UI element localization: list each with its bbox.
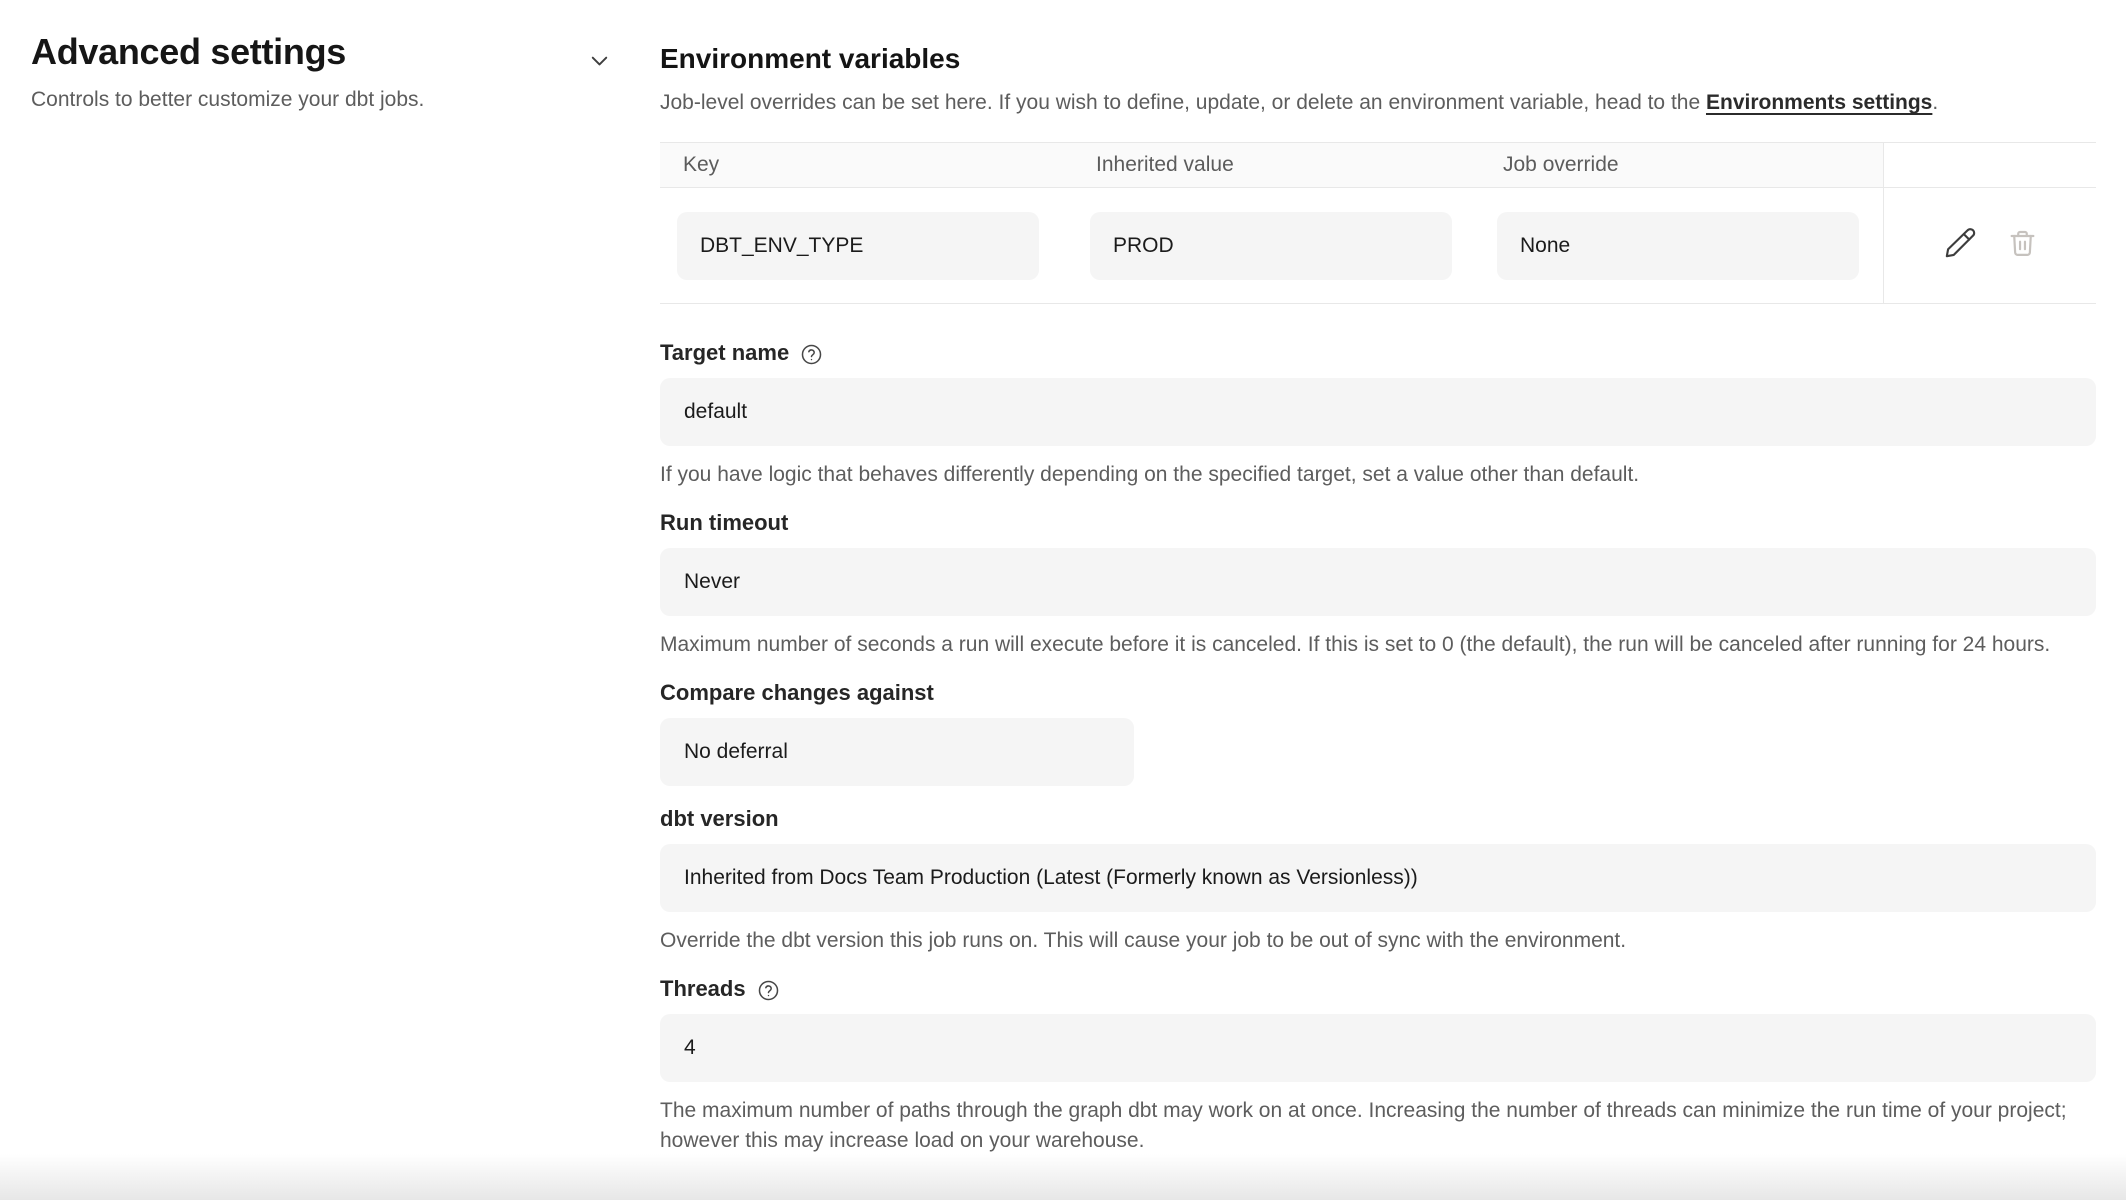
dbt-version-helper: Override the dbt version this job runs o… [660,926,2096,956]
compare-changes-section: Compare changes against No deferral [660,678,2096,786]
job-override-cell: None [1480,188,1883,303]
advanced-settings-content: Environment variables Job-level override… [660,42,2096,1156]
run-timeout-label-row: Run timeout [660,508,2096,538]
delete-button[interactable] [2007,228,2038,264]
settings-sidebar: Advanced settings Controls to better cus… [31,30,571,114]
target-name-label-row: Target name [660,338,2096,368]
target-name-section: Target name default If you have logic th… [660,338,2096,490]
help-icon[interactable] [757,979,780,1002]
trash-icon [2007,228,2038,264]
compare-changes-select[interactable]: No deferral [660,718,1134,786]
column-header-inherited-value: Inherited value [1073,143,1480,187]
compare-changes-label: Compare changes against [660,680,934,706]
threads-label: Threads [660,976,746,1002]
page-title: Advanced settings [31,30,571,74]
compare-changes-label-row: Compare changes against [660,678,2096,708]
run-timeout-label: Run timeout [660,510,788,536]
target-name-helper: If you have logic that behaves different… [660,460,2096,490]
chevron-down-icon [586,47,613,79]
dbt-version-label-row: dbt version [660,804,2096,834]
threads-label-row: Threads [660,974,2096,1004]
help-icon[interactable] [800,343,823,366]
threads-section: Threads 4 The maximum number of paths th… [660,974,2096,1156]
threads-input[interactable]: 4 [660,1014,2096,1082]
collapse-section-button[interactable] [584,48,614,78]
target-name-input[interactable]: default [660,378,2096,446]
env-vars-heading: Environment variables [660,42,2096,76]
pencil-icon [1943,226,1977,265]
bottom-scroll-fade [0,1154,2126,1200]
environments-settings-link[interactable]: Environments settings [1706,91,1932,114]
dbt-version-label: dbt version [660,806,779,832]
column-header-job-override: Job override [1480,143,1883,187]
dbt-version-section: dbt version Inherited from Docs Team Pro… [660,804,2096,956]
run-timeout-section: Run timeout Never Maximum number of seco… [660,508,2096,660]
target-name-label: Target name [660,340,789,366]
key-cell: DBT_ENV_TYPE [660,188,1073,303]
threads-helper: The maximum number of paths through the … [660,1096,2096,1156]
run-timeout-helper: Maximum number of seconds a run will exe… [660,630,2096,660]
table-header-row: Key Inherited value Job override [660,143,2096,188]
env-var-inherited-value: PROD [1090,212,1452,280]
description-period: . [1932,91,1938,114]
inherited-value-cell: PROD [1073,188,1480,303]
run-timeout-input[interactable]: Never [660,548,2096,616]
description-text: Job-level overrides can be set here. If … [660,91,1706,114]
table-row: DBT_ENV_TYPE PROD None [660,188,2096,303]
advanced-settings-page: { "colors": { "input_bg": "#f5f5f5", "ta… [0,0,2126,1200]
env-vars-description: Job-level overrides can be set here. If … [660,88,2096,117]
edit-button[interactable] [1943,226,1977,265]
env-var-key-value: DBT_ENV_TYPE [677,212,1039,280]
column-header-key: Key [660,143,1073,187]
column-header-actions [1883,143,2096,187]
dbt-version-select[interactable]: Inherited from Docs Team Production (Lat… [660,844,2096,912]
row-actions-cell [1883,188,2096,303]
env-vars-table: Key Inherited value Job override DBT_ENV… [660,142,2096,304]
env-var-job-override-value: None [1497,212,1859,280]
page-subtitle: Controls to better customize your dbt jo… [31,86,571,114]
